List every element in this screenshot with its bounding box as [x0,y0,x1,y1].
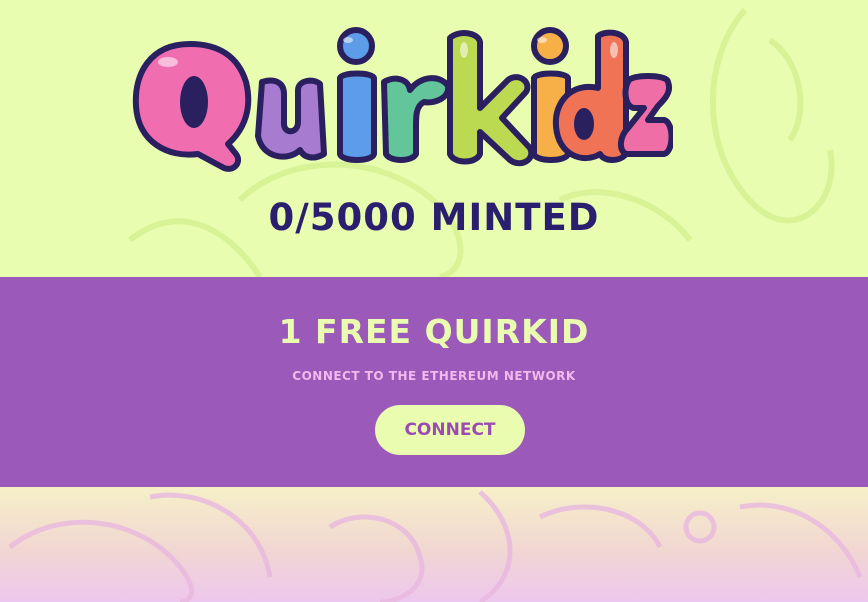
quirkidz-logo [132,27,673,172]
mint-title: 1 FREE QUIRKID [278,312,590,351]
hero-section: 0/5000 MINTED [0,0,868,277]
connect-button[interactable]: CONNECT [375,405,525,455]
mint-panel: 1 FREE QUIRKID CONNECT TO THE ETHEREUM N… [0,277,868,487]
background-doodle-bottom [8,490,863,602]
footer-artwork [0,487,868,602]
mint-subtitle: CONNECT TO THE ETHEREUM NETWORK [292,369,576,383]
minted-counter: 0/5000 MINTED [268,196,600,239]
